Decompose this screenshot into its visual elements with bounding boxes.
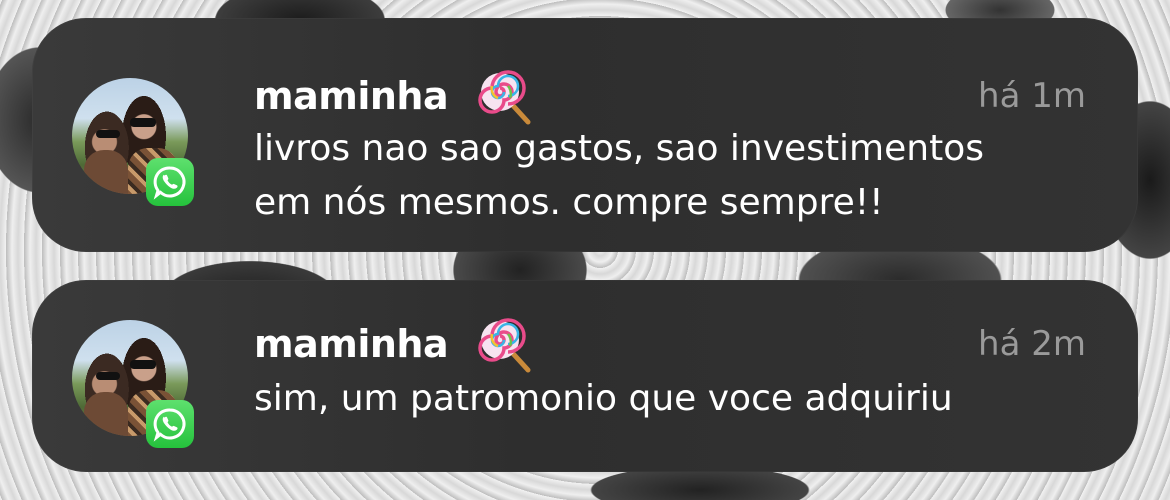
sender-name: maminha (254, 322, 449, 366)
notification-banner[interactable]: maminha há 2m sim, um patromonio que voc… (32, 280, 1138, 472)
message-text: sim, um patromonio que voce adquiriu (254, 378, 953, 419)
lollipop-icon (478, 318, 531, 373)
whatsapp-icon (146, 400, 194, 448)
lollipop-icon (478, 70, 531, 125)
notification-banner[interactable]: maminha há 1m livros nao sao gastos, sao… (32, 18, 1138, 252)
whatsapp-icon (146, 158, 194, 206)
lock-screen-wallpaper: maminha há 1m livros nao sao gastos, sao… (0, 0, 1170, 500)
notification-time: há 1m (978, 76, 1086, 116)
sender-name: maminha (254, 74, 449, 118)
contact-avatar (72, 320, 194, 448)
notification-time: há 2m (978, 324, 1086, 364)
contact-avatar (72, 78, 194, 206)
message-text: livros nao sao gastos, sao investimentos… (254, 128, 984, 223)
